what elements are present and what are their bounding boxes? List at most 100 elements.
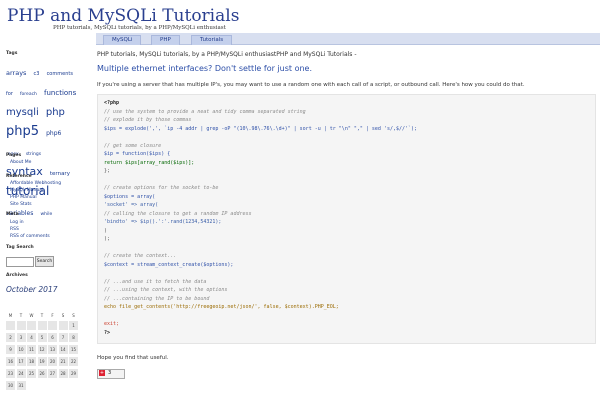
- code-line: // create the context...: [104, 253, 177, 259]
- calendar-day-header: T: [40, 313, 44, 318]
- post-outro: Hope you find that useful.: [97, 355, 169, 361]
- meta-link-rss[interactable]: RSS: [10, 227, 50, 234]
- site-description: PHP tutorials, MySQLi tutorials, by a PH…: [53, 25, 226, 31]
- tag-link[interactable]: ternary: [50, 171, 70, 177]
- calendar-cell[interactable]: 30: [6, 381, 15, 390]
- code-line: // ...using the context, with the option…: [104, 287, 228, 293]
- tag-link[interactable]: comments: [47, 71, 73, 77]
- calendar-cell[interactable]: 3: [16, 333, 26, 342]
- calendar-cell[interactable]: 20: [48, 357, 57, 366]
- tag-link[interactable]: functions: [44, 89, 76, 97]
- calendar-cell[interactable]: 15: [69, 345, 78, 354]
- tag-link[interactable]: arrays: [6, 69, 26, 77]
- tag-search-input[interactable]: [6, 257, 34, 267]
- tag-link[interactable]: foreach: [20, 92, 37, 97]
- calendar-cell[interactable]: 26: [37, 369, 47, 378]
- reference-list: Affordable Webhosting MySQL Manual PHP M…: [10, 181, 61, 209]
- tags-heading: Tags: [6, 51, 18, 56]
- calendar-cell[interactable]: 18: [27, 357, 36, 366]
- calendar-cell[interactable]: 2: [6, 333, 15, 342]
- calendar-cell[interactable]: 16: [6, 357, 15, 366]
- page-link-about[interactable]: About Me: [10, 160, 31, 167]
- calendar-cell: [27, 321, 36, 330]
- post-intro: PHP tutorials, MySQLi tutorials, by a PH…: [97, 51, 357, 58]
- reference-link-site-stats[interactable]: Site Stats: [10, 202, 61, 209]
- search-button[interactable]: Search: [35, 256, 54, 267]
- tag-link[interactable]: php5: [6, 124, 39, 139]
- calendar-cell[interactable]: 10: [16, 345, 26, 354]
- code-line: // ...containing the IP to be bound: [104, 295, 210, 302]
- code-line: // create options for the socket to-be: [104, 185, 219, 191]
- tag-link[interactable]: mysqli: [6, 107, 39, 118]
- calendar-cell[interactable]: 28: [58, 369, 68, 378]
- post-title[interactable]: Multiple ethernet interfaces? Don't sett…: [97, 64, 312, 73]
- archives-heading: Archives: [6, 273, 28, 278]
- code-line: // get some closure: [104, 142, 162, 149]
- calendar-cell[interactable]: 31: [16, 381, 26, 390]
- calendar-cell[interactable]: 17: [16, 357, 26, 366]
- calendar-cell[interactable]: 22: [69, 357, 78, 366]
- code-line: };: [104, 168, 111, 174]
- calendar-day-header: T: [19, 313, 23, 318]
- reference-heading: Reference: [6, 174, 32, 179]
- reference-link-php-manual[interactable]: PHP Manual: [10, 195, 61, 202]
- calendar-cell[interactable]: 14: [58, 345, 68, 354]
- tag-link[interactable]: strings: [26, 152, 41, 157]
- tag-link[interactable]: c3: [34, 71, 40, 77]
- tag-link[interactable]: while: [40, 212, 52, 217]
- calendar-day-header: W: [29, 313, 34, 318]
- tag-link[interactable]: php: [46, 107, 65, 118]
- calendar-cell[interactable]: 11: [27, 345, 36, 354]
- share-count: 3: [108, 370, 112, 376]
- code-line: return $ips[array_rand($ips)];: [104, 159, 195, 166]
- calendar-cell[interactable]: 8: [69, 333, 78, 342]
- code-line: // calling the closure to get a random I…: [104, 210, 252, 217]
- site-title[interactable]: PHP and MySQLi Tutorials: [7, 6, 239, 26]
- calendar-cell[interactable]: 12: [37, 345, 47, 354]
- calendar-cell[interactable]: 13: [48, 345, 57, 354]
- code-line: // explode it by those commas: [104, 117, 192, 123]
- meta-link-rss-comments[interactable]: RSS of comments: [10, 234, 50, 241]
- archive-month[interactable]: October 2017: [6, 285, 58, 294]
- calendar-cell[interactable]: 24: [16, 369, 26, 378]
- code-line: ): [104, 227, 108, 234]
- tag-link[interactable]: php6: [46, 130, 61, 137]
- calendar-cell[interactable]: 19: [37, 357, 47, 366]
- calendar-day-header: S: [61, 313, 65, 318]
- calendar-cell[interactable]: 25: [27, 369, 36, 378]
- reference-link-webhosting[interactable]: Affordable Webhosting: [10, 181, 61, 188]
- code-line: $ips = explode(',', `ip -4 addr | grep -…: [104, 125, 418, 132]
- tag-link[interactable]: for: [6, 91, 13, 97]
- reference-link-mysql-manual[interactable]: MySQL Manual: [10, 188, 61, 195]
- calendar-cell[interactable]: 1: [69, 321, 78, 330]
- calendar-cell[interactable]: 4: [27, 333, 36, 342]
- calendar-cell[interactable]: 6: [48, 333, 57, 342]
- calendar-cell[interactable]: 7: [58, 333, 68, 342]
- calendar-cell: [37, 321, 47, 330]
- calendar-cell: [58, 321, 68, 330]
- code-line: ?>: [104, 329, 111, 336]
- calendar-cell[interactable]: 9: [6, 345, 15, 354]
- code-line: $context = stream_context_create($option…: [104, 261, 234, 268]
- code-line: $ip = function($ips) {: [104, 151, 171, 157]
- meta-list: Log in RSS RSS of comments: [10, 220, 50, 241]
- code-line: 'socket' => array(: [104, 202, 159, 208]
- post-lead: If you're using a server that has multip…: [97, 82, 525, 88]
- meta-heading: Meta: [6, 212, 19, 217]
- code-line: );: [104, 236, 111, 242]
- pages-heading: Pages: [6, 153, 22, 158]
- calendar-day-header: F: [51, 313, 54, 318]
- code-line: 'bindto' => $ip().':'.rand(1234,54321);: [104, 219, 222, 225]
- calendar-day-header: M: [8, 313, 13, 318]
- calendar-cell[interactable]: 27: [48, 369, 57, 378]
- calendar-cell[interactable]: 21: [58, 357, 68, 366]
- code-line: exit;: [104, 321, 120, 327]
- calendar-cell[interactable]: 5: [37, 333, 47, 342]
- code-line: echo file_get_contents('http://freegeoip…: [104, 304, 339, 310]
- calendar-cell[interactable]: 23: [6, 369, 15, 378]
- pages-list: About Me: [10, 160, 31, 167]
- calendar-cell[interactable]: 29: [69, 369, 78, 378]
- code-line: $options = array(: [104, 193, 156, 200]
- meta-link-login[interactable]: Log in: [10, 220, 50, 227]
- code-line: // use the system to provide a neat and …: [104, 108, 306, 115]
